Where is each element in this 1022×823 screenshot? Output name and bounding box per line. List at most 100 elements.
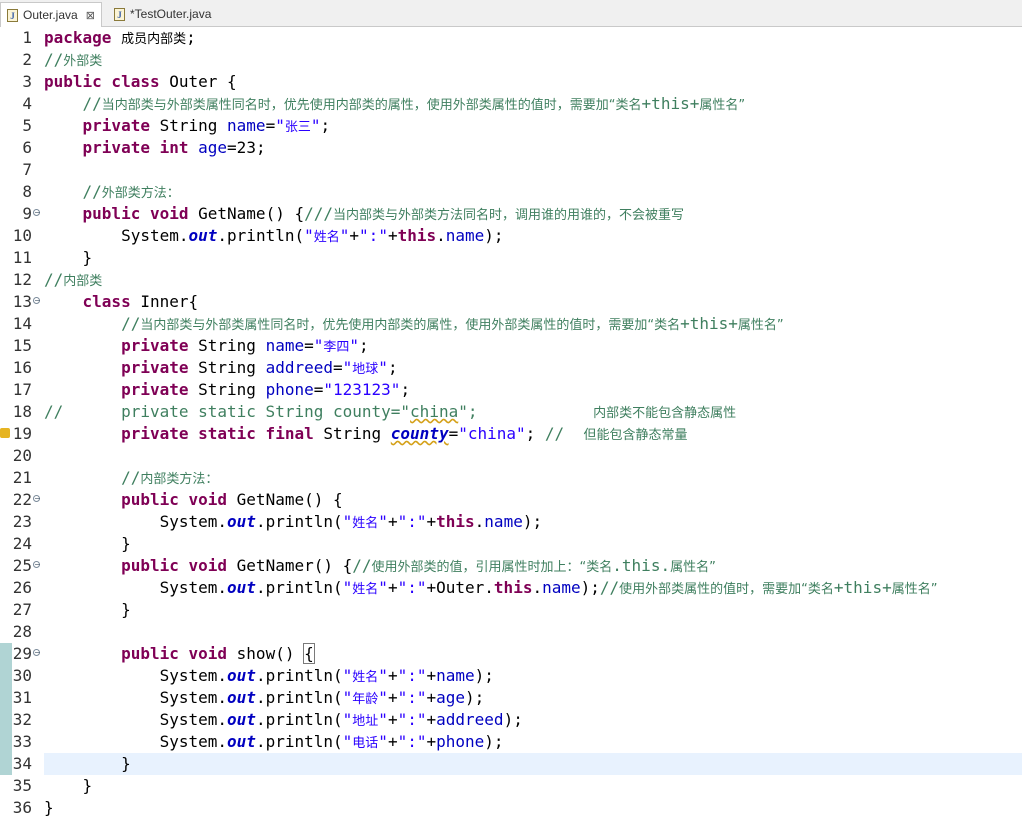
line-number: 17 (12, 380, 32, 399)
code-text: System.out.println("姓名"+":"+this.name); (44, 512, 543, 531)
line-number: 9 (22, 204, 32, 223)
code-line-17[interactable]: 17 private String phone="123123"; (0, 379, 1022, 401)
code-text: } (44, 798, 54, 817)
line-number: 1 (22, 28, 32, 47)
code-text: private String phone="123123"; (121, 380, 411, 399)
current-line-highlight (44, 753, 1022, 775)
code-text: public void GetNamer() {//使用外部类的值，引用属性时加… (121, 556, 716, 575)
code-line-32[interactable]: 32 System.out.println("地址"+":"+addreed); (0, 709, 1022, 731)
code-text: class Inner{ (82, 292, 199, 311)
code-text: package 成员内部类; (44, 28, 196, 47)
line-number: 18 (12, 402, 32, 421)
line-number: 8 (22, 182, 32, 201)
code-text: private String name="李四"; (121, 336, 369, 355)
line-number: 6 (22, 138, 32, 157)
code-line-30[interactable]: 30 System.out.println("姓名"+":"+name); (0, 665, 1022, 687)
code-line-3[interactable]: 3 public class Outer { (0, 71, 1022, 93)
tab-testouter-java[interactable]: J *TestOuter.java (108, 2, 217, 26)
fold-toggle-icon[interactable]: − (33, 561, 41, 569)
code-line-27[interactable]: 27 } (0, 599, 1022, 621)
code-line-2[interactable]: 2 //外部类 (0, 49, 1022, 71)
code-line-23[interactable]: 23 System.out.println("姓名"+":"+this.name… (0, 511, 1022, 533)
line-number: 7 (22, 160, 32, 179)
code-line-6[interactable]: 6 private int age=23; (0, 137, 1022, 159)
code-line-19[interactable]: 19 private static final String county="c… (0, 423, 1022, 445)
tab-outer-java[interactable]: J Outer.java ⊠ (0, 2, 102, 27)
code-text: //外部类方法： (82, 182, 180, 201)
code-text: System.out.println("姓名"+":"+Outer.this.n… (44, 578, 938, 597)
close-icon[interactable]: ⊠ (86, 9, 95, 22)
code-text: // private static String county="china";… (44, 402, 737, 421)
line-number: 34 (12, 754, 32, 773)
code-line-29[interactable]: 29− public void show() { (0, 643, 1022, 665)
code-line-24[interactable]: 24 } (0, 533, 1022, 555)
line-number: 22 (12, 490, 32, 509)
code-line-36[interactable]: 36} (0, 797, 1022, 819)
code-line-31[interactable]: 31 System.out.println("年龄"+":"+age); (0, 687, 1022, 709)
code-text: private String name="张三"; (82, 116, 331, 135)
code-text: private int age=23; (82, 138, 266, 157)
line-number: 12 (12, 270, 32, 289)
code-text: System.out.println("姓名"+":"+this.name); (44, 226, 504, 245)
line-number: 21 (12, 468, 32, 487)
code-text: System.out.println("年龄"+":"+age); (44, 688, 485, 707)
line-number: 31 (12, 688, 32, 707)
code-text: } (44, 776, 93, 795)
code-line-13[interactable]: 13− class Inner{ (0, 291, 1022, 313)
code-line-14[interactable]: 14 //当内部类与外部类属性同名时，优先使用内部类的属性，使用外部类属性的值时… (0, 313, 1022, 335)
code-line-5[interactable]: 5 private String name="张三"; (0, 115, 1022, 137)
line-number: 25 (12, 556, 32, 575)
line-number: 36 (12, 798, 32, 817)
line-number: 11 (12, 248, 32, 267)
code-line-34[interactable]: 34 } (0, 753, 1022, 775)
code-text: private static final String county="chin… (121, 424, 688, 443)
code-text: } (44, 754, 131, 773)
fold-toggle-icon[interactable]: − (33, 495, 41, 503)
code-text: //当内部类与外部类属性同名时，优先使用内部类的属性，使用外部类属性的值时，需要… (121, 314, 784, 333)
line-number: 30 (12, 666, 32, 685)
line-number: 32 (12, 710, 32, 729)
fold-toggle-icon[interactable]: − (33, 297, 41, 305)
warning-icon[interactable] (0, 428, 10, 438)
code-line-15[interactable]: 15 private String name="李四"; (0, 335, 1022, 357)
fold-toggle-icon[interactable]: − (33, 209, 41, 217)
line-number: 5 (22, 116, 32, 135)
code-line-28[interactable]: 28 (0, 621, 1022, 643)
code-line-9[interactable]: 9− public void GetName() {///当内部类与外部类方法同… (0, 203, 1022, 225)
code-text: //当内部类与外部类属性同名时，优先使用内部类的属性，使用外部类属性的值时，需要… (82, 94, 746, 113)
line-number: 15 (12, 336, 32, 355)
code-line-11[interactable]: 11 } (0, 247, 1022, 269)
code-text: public void show() { (121, 643, 315, 664)
line-number: 4 (22, 94, 32, 113)
code-text: public class Outer { (44, 72, 237, 91)
code-line-18[interactable]: 18 // private static String county="china… (0, 401, 1022, 423)
code-text: } (44, 534, 131, 553)
line-number: 33 (12, 732, 32, 751)
code-line-33[interactable]: 33 System.out.println("电话"+":"+phone); (0, 731, 1022, 753)
line-number: 23 (12, 512, 32, 531)
code-line-12[interactable]: 12 //内部类 (0, 269, 1022, 291)
code-line-20[interactable]: 20 (0, 445, 1022, 467)
code-line-16[interactable]: 16 private String addreed="地球"; (0, 357, 1022, 379)
editor-tab-bar: J Outer.java ⊠ J *TestOuter.java (0, 0, 1022, 27)
line-number: 10 (12, 226, 32, 245)
code-line-4[interactable]: 4 //当内部类与外部类属性同名时，优先使用内部类的属性，使用外部类属性的值时，… (0, 93, 1022, 115)
code-line-22[interactable]: 22− public void GetName() { (0, 489, 1022, 511)
code-editor[interactable]: 1 package 成员内部类; 2 //外部类 3 public class Outer… (0, 27, 1022, 823)
code-line-21[interactable]: 21 //内部类方法： (0, 467, 1022, 489)
line-number: 24 (12, 534, 32, 553)
code-line-1[interactable]: 1 package 成员内部类; (0, 27, 1022, 49)
code-line-8[interactable]: 8 //外部类方法： (0, 181, 1022, 203)
line-number: 26 (12, 578, 32, 597)
line-number: 2 (22, 50, 32, 69)
tab-label: Outer.java (23, 8, 78, 22)
code-line-7[interactable]: 7 (0, 159, 1022, 181)
code-line-10[interactable]: 10 System.out.println("姓名"+":"+this.name… (0, 225, 1022, 247)
tab-label: *TestOuter.java (130, 7, 212, 21)
code-text: //外部类 (44, 50, 103, 69)
code-text: //内部类方法： (121, 468, 219, 487)
fold-toggle-icon[interactable]: − (33, 649, 41, 657)
code-line-26[interactable]: 26 System.out.println("姓名"+":"+Outer.thi… (0, 577, 1022, 599)
code-line-35[interactable]: 35 } (0, 775, 1022, 797)
code-line-25[interactable]: 25− public void GetNamer() {//使用外部类的值，引用… (0, 555, 1022, 577)
